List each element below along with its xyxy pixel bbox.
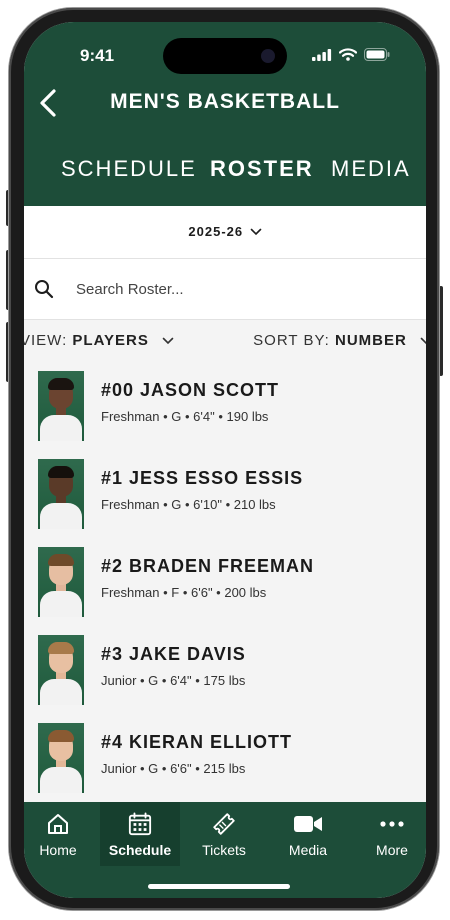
tabbar-schedule[interactable]: Schedule (100, 802, 180, 866)
player-photo (38, 547, 84, 617)
player-name: #1 JESS ESSO ESSIS (101, 468, 304, 488)
tabbar-home[interactable]: Home (24, 802, 98, 866)
season-selector[interactable]: 2025-26 (24, 206, 426, 259)
season-value: 2025-26 (188, 224, 244, 239)
tabbar-tickets-label: Tickets (202, 842, 246, 858)
player-row[interactable]: #00 JASON SCOTT Freshman • G • 6'4" • 19… (24, 362, 426, 450)
tabbar-media-label: Media (288, 842, 328, 858)
player-row[interactable]: #1 JESS ESSO ESSIS Freshman • G • 6'10" … (24, 450, 426, 538)
calendar-icon (128, 812, 152, 836)
tabbar-schedule-label: Schedule (108, 842, 172, 858)
chevron-down-icon (162, 337, 174, 345)
ticket-icon (213, 813, 235, 835)
more-dots-icon (380, 821, 404, 827)
search-bar[interactable]: Search Roster... (24, 259, 426, 320)
tabbar-tickets[interactable]: Tickets (184, 802, 264, 866)
tabbar-more[interactable]: More (352, 802, 426, 866)
home-indicator[interactable] (148, 884, 290, 889)
player-photo (38, 635, 84, 705)
roster-filters: VIEW: PLAYERS SORT BY: NUMBER (24, 320, 426, 360)
roster-list: #00 JASON SCOTT Freshman • G • 6'4" • 19… (24, 362, 426, 802)
app-screen: 9:41 MEN'S BASKETBALL SCHEDULE ROSTER ME… (24, 22, 426, 898)
app-header: MEN'S BASKETBALL (24, 78, 426, 136)
view-selector[interactable]: VIEW: PLAYERS (24, 332, 174, 349)
player-photo (38, 459, 84, 529)
player-name: #2 BRADEN FREEMAN (101, 556, 315, 576)
status-icons (312, 48, 390, 61)
sort-value: NUMBER (334, 332, 407, 349)
page-title: MEN'S BASKETBALL (110, 90, 340, 113)
sort-label: SORT BY: (253, 332, 335, 349)
player-row[interactable]: #2 BRADEN FREEMAN Freshman • F • 6'6" • … (24, 538, 426, 626)
dynamic-island (163, 38, 287, 74)
tabbar-more-label: More (376, 842, 408, 858)
player-row[interactable]: #3 JAKE DAVIS Junior • G • 6'4" • 175 lb… (24, 626, 426, 714)
status-time: 9:41 (80, 46, 115, 65)
view-value: PLAYERS (72, 332, 149, 349)
player-details: Freshman • G • 6'4" • 190 lbs (101, 409, 269, 424)
search-input[interactable]: Search Roster... (76, 281, 184, 298)
player-photo (38, 371, 84, 441)
tab-media[interactable]: MEDIA (331, 156, 411, 182)
view-label: VIEW: (24, 332, 73, 349)
search-icon (35, 280, 54, 299)
player-details: Junior • G • 6'6" • 215 lbs (101, 761, 246, 776)
tabbar-home-label: Home (39, 842, 77, 858)
player-details: Junior • G • 6'4" • 175 lbs (101, 673, 246, 688)
player-details: Freshman • F • 6'6" • 200 lbs (101, 585, 267, 600)
tab-schedule[interactable]: SCHEDULE (61, 156, 197, 182)
phone-power-button (439, 286, 443, 376)
tabbar-media[interactable]: Media (268, 802, 348, 866)
wifi-icon (339, 48, 357, 61)
chevron-down-icon (420, 337, 426, 345)
player-photo (38, 723, 84, 793)
sort-selector[interactable]: SORT BY: NUMBER (253, 332, 426, 349)
player-row[interactable]: #4 KIERAN ELLIOTT Junior • G • 6'6" • 21… (24, 714, 426, 802)
front-camera (261, 49, 275, 63)
video-camera-icon (294, 816, 322, 832)
home-icon (48, 814, 68, 834)
chevron-down-icon (250, 228, 261, 236)
tab-roster[interactable]: ROSTER (210, 156, 314, 182)
bottom-tab-bar: Home Schedule Tickets Media More (24, 802, 426, 898)
player-name: #4 KIERAN ELLIOTT (101, 732, 293, 752)
player-name: #3 JAKE DAVIS (101, 644, 246, 664)
cellular-signal-icon (312, 48, 332, 61)
battery-icon (364, 48, 390, 61)
player-details: Freshman • G • 6'10" • 210 lbs (101, 497, 276, 512)
player-name: #00 JASON SCOTT (101, 380, 280, 400)
section-tabs: SCHEDULE ROSTER MEDIA (24, 136, 426, 206)
